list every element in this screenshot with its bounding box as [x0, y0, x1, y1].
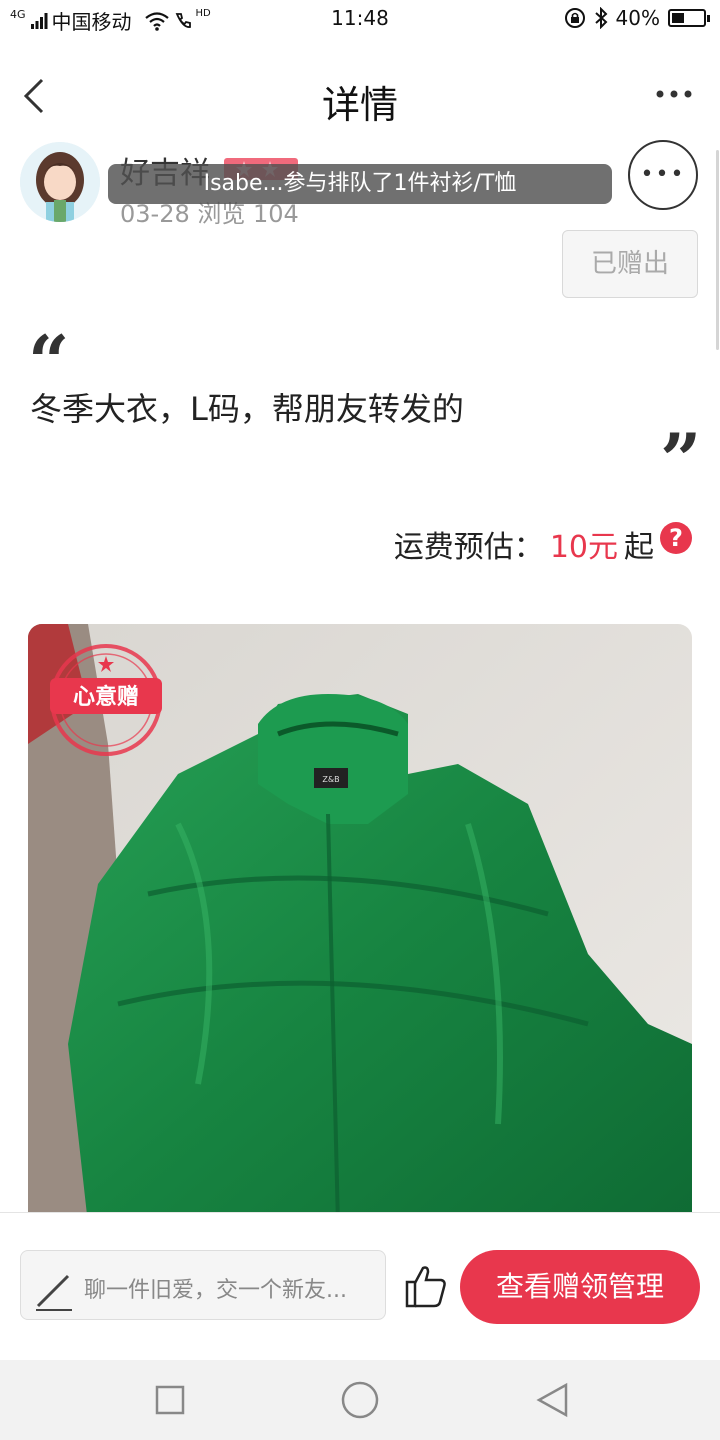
more-horizontal-icon[interactable] — [652, 82, 696, 106]
pen-icon — [36, 1274, 72, 1311]
shipping-estimate: 运费预估： 10元 起 — [394, 522, 654, 566]
battery-percent: 40% — [615, 6, 660, 30]
avatar[interactable] — [20, 142, 100, 222]
gift-stamp-badge: 心意赠 — [50, 644, 162, 756]
thumbs-up-icon[interactable] — [404, 1262, 448, 1308]
brand-tag: Z&B — [322, 775, 339, 784]
stamp-text: 心意赠 — [73, 684, 139, 710]
avatar-image — [20, 142, 100, 222]
home-icon[interactable] — [340, 1380, 380, 1420]
more-options-button[interactable]: ••• — [628, 140, 698, 210]
comment-placeholder[interactable]: 聊一件旧爱，交一个新友... — [84, 1272, 347, 1304]
battery-fill — [672, 13, 684, 23]
activity-toast: Isabe...参与排队了1件衬衫/T恤 — [108, 164, 612, 204]
post-description: 冬季大衣，L码，帮朋友转发的 — [30, 390, 464, 428]
status-bar: 4G 中国移动 HD 11:48 40% — [0, 0, 720, 38]
navigation-header: 详情 — [0, 60, 720, 136]
ellipsis-icon: ••• — [640, 162, 686, 187]
given-status-button[interactable]: 已赠出 — [562, 230, 698, 298]
help-icon[interactable]: ? — [660, 522, 692, 554]
quote-close-icon: ” — [660, 417, 702, 502]
bluetooth-icon — [594, 7, 607, 29]
view-manage-button[interactable]: 查看赠领管理 — [460, 1250, 700, 1324]
page-title: 详情 — [321, 83, 398, 127]
shipping-label: 运费预估： — [393, 530, 544, 565]
back-triangle-icon[interactable] — [534, 1382, 570, 1418]
shipping-suffix: 起 — [624, 530, 654, 565]
battery-icon — [668, 9, 710, 27]
recent-apps-icon[interactable] — [154, 1384, 186, 1416]
shipping-price: 10元 — [549, 530, 618, 565]
status-right: 40% — [564, 6, 710, 30]
scrollbar[interactable] — [716, 150, 719, 350]
lock-rotation-icon — [564, 8, 585, 28]
system-nav-bar — [0, 1360, 720, 1440]
